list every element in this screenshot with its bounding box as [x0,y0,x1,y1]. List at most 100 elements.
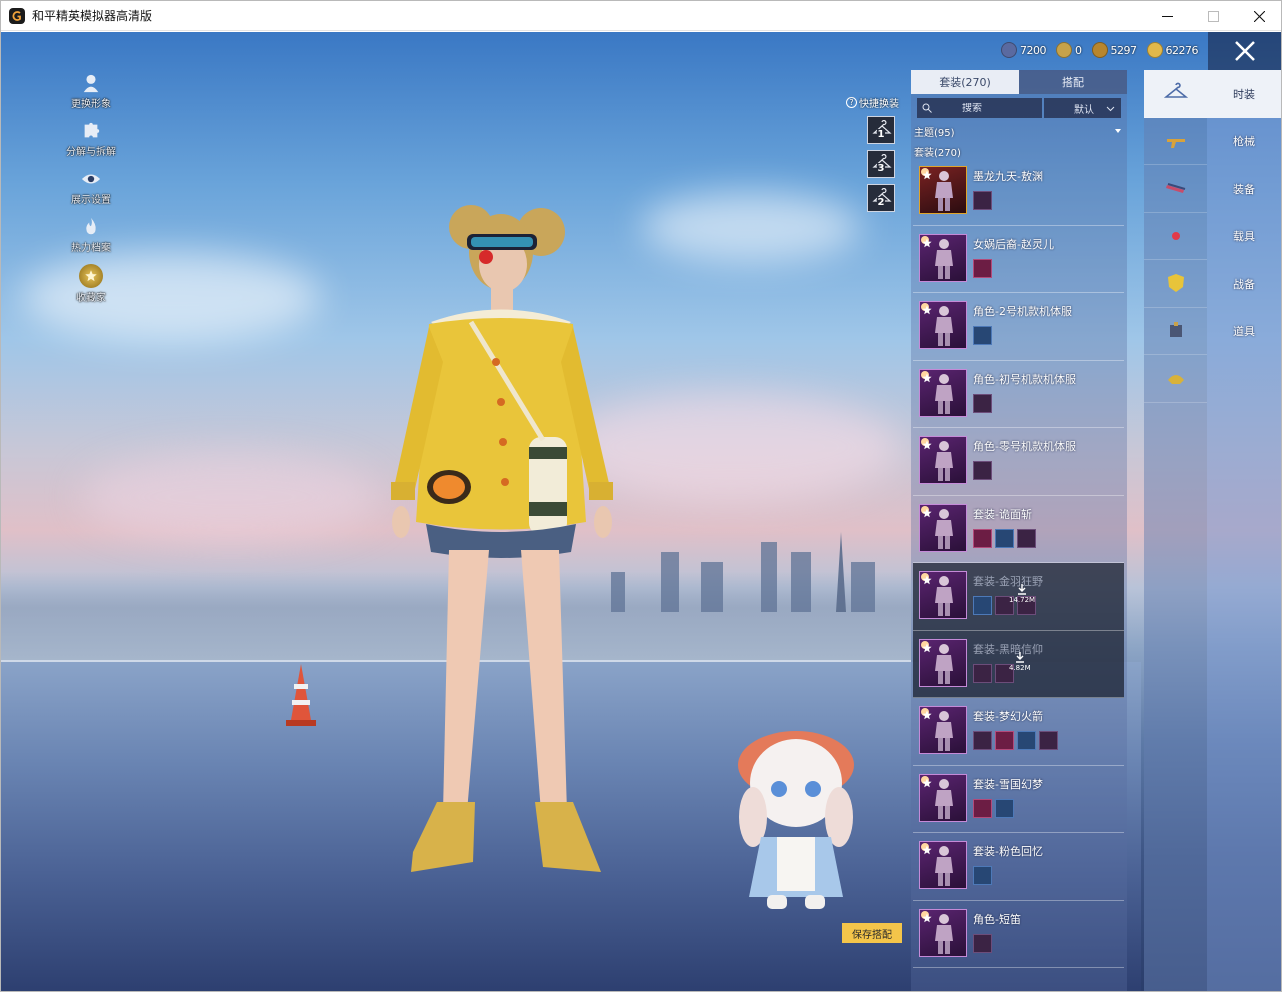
quick-swap-slot[interactable]: 3 [867,150,895,178]
download-icon [1015,651,1024,663]
save-outfit-button[interactable]: 保存搭配 [842,923,902,943]
favorite-star-icon[interactable] [922,710,932,720]
figure-icon [935,238,953,279]
prop-icon [1169,321,1182,337]
favorite-star-icon[interactable] [922,305,932,315]
outfit-item[interactable]: 套装-梦幻火箭 [913,698,1124,766]
outfit-item[interactable]: 套装-金羽狂野 14.72M [913,563,1124,631]
outfit-part-thumb [973,866,992,885]
favorite-star-icon[interactable] [922,575,932,585]
pet-companion[interactable] [731,727,861,917]
outfit-item[interactable]: 墨龙九天-敖渊 [913,158,1124,226]
category-label-vehicle[interactable]: 载具 [1207,213,1281,261]
outfit-item[interactable]: 套装-黑暗信仰 4.82M [913,630,1124,698]
favorite-star-icon[interactable] [922,643,932,653]
category-vehicle[interactable] [1144,213,1207,260]
search-box[interactable] [917,98,1042,118]
character-model[interactable] [371,202,631,902]
figure-icon [935,778,953,819]
outfit-name: 女娲后裔-赵灵儿 [973,237,1054,251]
figure-icon [935,373,953,414]
game-viewport[interactable]: 更换形象 分解与拆解 展示设置 热力档案 收藏家 7200 0 5297 622… [1,32,1281,991]
category-accessory[interactable] [1144,355,1207,403]
category-icons [1144,70,1207,991]
favorite-star-icon[interactable] [922,778,932,788]
outfit-item[interactable]: 角色-零号机款机体服 [913,428,1124,496]
category-gun[interactable] [1144,118,1207,165]
maximize-button[interactable] [1190,1,1236,31]
favorite-star-icon[interactable] [922,508,932,518]
category-labels: 时装 枪械 装备 载具 战备 道具 [1207,70,1281,991]
minimize-icon [1161,15,1173,17]
combat-gear-icon [1167,274,1184,293]
favorite-star-icon[interactable] [922,170,932,180]
category-label-prop[interactable]: 道具 [1207,308,1281,356]
download-icon [1018,584,1027,595]
coin-icon [1001,42,1017,58]
coin-icon [1146,42,1163,58]
slot-number: 3 [876,163,886,174]
download-size: 4.82M [1009,663,1031,672]
traffic-cone-icon [286,664,316,726]
flame-icon [80,216,102,238]
category-outfit[interactable] [1144,70,1207,118]
outfit-part-thumb [1017,528,1036,548]
favorite-star-icon[interactable] [922,373,932,383]
search-row: 默认 [917,98,1121,118]
outfit-part-thumb [973,731,992,750]
caret-down-icon [1115,129,1121,133]
outfit-name: 角色-初号机款机体服 [973,372,1076,386]
outfit-parts [973,258,995,278]
outfit-name: 角色-2号机款机体服 [973,305,1072,318]
search-input[interactable] [962,102,1042,114]
outfit-count: 套装(270) [911,141,1127,159]
tab-outfits[interactable]: 套装(270) [911,70,1019,94]
quick-swap: ? 快捷换装 1 3 2 [846,95,908,212]
outfit-name: 套装-黑暗信仰 [973,642,1043,656]
favorite-star-icon[interactable] [922,913,932,923]
category-prop[interactable] [1144,308,1207,355]
category-label-gun[interactable]: 枪械 [1207,118,1281,166]
outfit-item[interactable]: 角色-短笛 [913,901,1124,968]
outfit-item[interactable]: 角色-2号机款机体服 [913,293,1124,361]
category-label-equipment[interactable]: 装备 [1207,165,1281,213]
tool-label: 热力档案 [71,243,111,254]
category-combat-gear[interactable] [1144,260,1207,308]
outfit-item[interactable]: 套装-诡面斩 [913,496,1124,563]
help-icon[interactable]: ? [846,97,857,108]
outfit-thumbnail [919,368,967,417]
outfit-item[interactable]: 女娲后裔-赵灵儿 [913,226,1124,293]
cloud [81,452,381,542]
change-appearance-button[interactable]: 更换形象 [61,72,121,110]
outfit-item[interactable]: 套装-粉色回忆 [913,833,1124,901]
collector-button[interactable]: 收藏家 [61,264,121,304]
decompose-button[interactable]: 分解与拆解 [61,120,121,158]
exit-button[interactable] [1208,32,1281,70]
tab-combinations[interactable]: 搭配 [1019,70,1127,94]
download-indicator[interactable]: 14.72M [1009,583,1035,604]
quick-swap-slot[interactable]: 2 [867,184,895,212]
download-indicator[interactable]: 4.82M [1009,651,1031,672]
heat-archive-button[interactable]: 热力档案 [61,216,121,254]
outfit-item[interactable]: 角色-初号机款机体服 [913,361,1124,428]
outfit-part-thumb [1017,731,1036,750]
panel-tabs: 套装(270) 搭配 [911,70,1127,94]
theme-filter[interactable]: 主题(95) [911,124,1127,139]
minimize-button[interactable] [1144,1,1190,31]
display-settings-button[interactable]: 展示设置 [61,168,121,206]
favorite-star-icon[interactable] [922,238,932,248]
favorite-star-icon[interactable] [922,440,932,450]
outfit-item[interactable]: 套装-雪国幻梦 [913,766,1124,833]
download-size: 14.72M [1009,596,1036,604]
category-label-combat-gear[interactable]: 战备 [1207,260,1281,308]
category-equipment[interactable] [1144,165,1207,213]
skyline-building [661,552,679,612]
outfit-parts [973,528,1039,548]
quick-swap-slot[interactable]: 1 [867,116,895,144]
currency-value: 0 [1075,43,1082,57]
sort-dropdown[interactable]: 默认 [1044,98,1121,118]
favorite-star-icon[interactable] [922,845,932,855]
close-button[interactable] [1236,1,1282,31]
outfit-part-thumb [973,461,992,480]
category-label-outfit[interactable]: 时装 [1207,70,1281,118]
